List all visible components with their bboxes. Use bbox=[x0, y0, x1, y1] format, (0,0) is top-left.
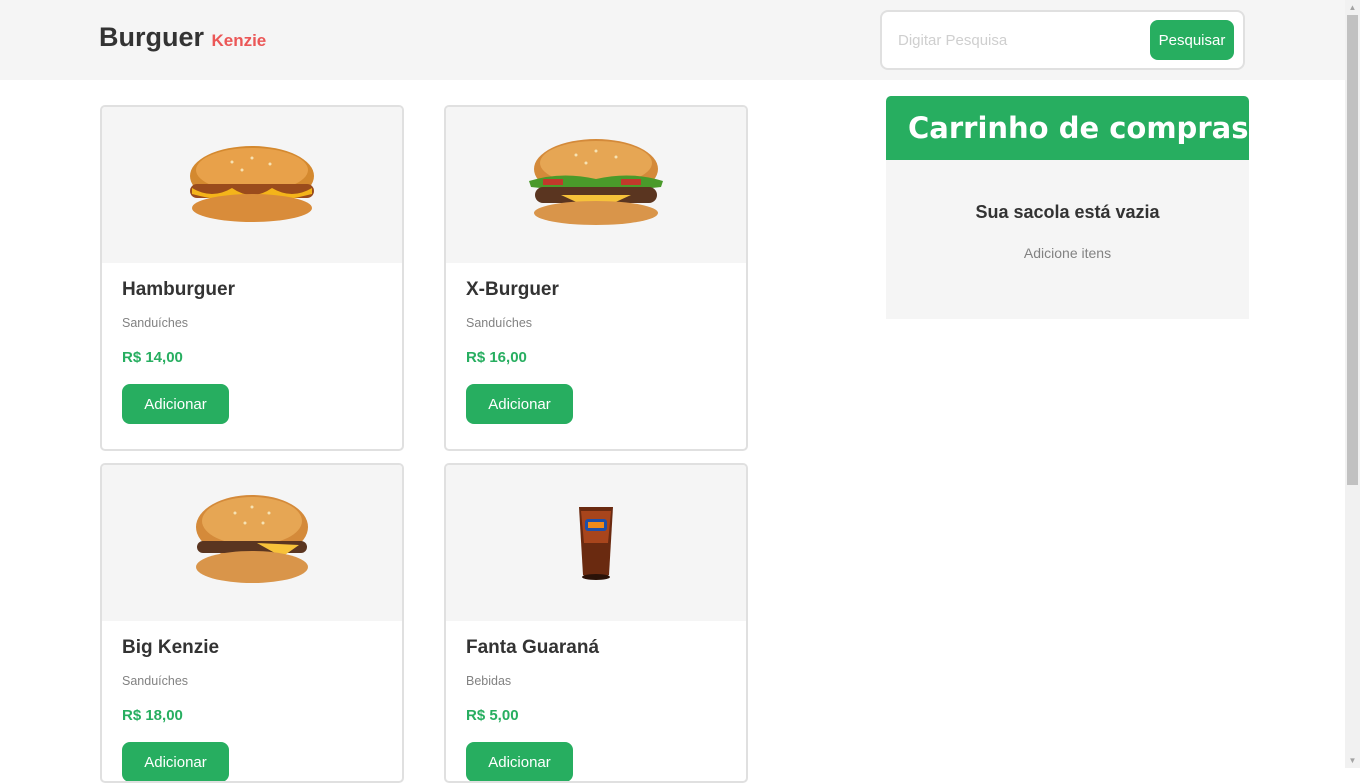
product-category: Sanduíches bbox=[466, 316, 533, 330]
product-name: X-Burguer bbox=[466, 279, 559, 300]
product-image-area bbox=[102, 107, 402, 263]
product-price: R$ 18,00 bbox=[122, 707, 183, 724]
scroll-thumb[interactable] bbox=[1347, 15, 1358, 485]
product-card: Big Kenzie Sanduíches R$ 18,00 Adicionar bbox=[100, 463, 404, 783]
product-name: Hamburguer bbox=[122, 279, 235, 300]
cart-body: Sua sacola está vazia Adicione itens bbox=[886, 160, 1249, 319]
soda-cup-image bbox=[579, 507, 613, 580]
product-image-area bbox=[102, 465, 402, 621]
product-image-area bbox=[446, 107, 746, 263]
product-name: Fanta Guaraná bbox=[466, 637, 600, 658]
cart-empty-message: Sua sacola está vazia bbox=[975, 202, 1160, 222]
add-to-cart-button[interactable]: Adicionar bbox=[466, 742, 573, 781]
logo-main: Burguer bbox=[99, 22, 205, 52]
product-category: Sanduíches bbox=[122, 674, 189, 688]
burger-image bbox=[196, 495, 308, 583]
product-price: R$ 5,00 bbox=[466, 707, 519, 724]
logo-sub: Kenzie bbox=[211, 31, 267, 50]
product-price: R$ 16,00 bbox=[466, 349, 527, 366]
cart-header: Carrinho de compras bbox=[886, 96, 1249, 160]
cheeseburger-image bbox=[529, 139, 663, 225]
product-card: Fanta Guaraná Bebidas R$ 5,00 Adicionar bbox=[444, 463, 748, 783]
cart-hint: Adicione itens bbox=[1023, 245, 1112, 261]
add-to-cart-button[interactable]: Adicionar bbox=[122, 384, 229, 424]
product-card: X-Burguer Sanduíches R$ 16,00 Adicionar bbox=[444, 105, 748, 451]
scroll-up-arrow-icon[interactable]: ▲ bbox=[1345, 0, 1360, 15]
product-image-area bbox=[446, 465, 746, 621]
product-category: Bebidas bbox=[466, 674, 512, 688]
vertical-scrollbar[interactable]: ▲ ▼ bbox=[1345, 0, 1360, 768]
scroll-down-arrow-icon[interactable]: ▼ bbox=[1345, 753, 1360, 768]
product-card: Hamburguer Sanduíches R$ 14,00 Adicionar bbox=[100, 105, 404, 451]
search-input[interactable] bbox=[898, 26, 1138, 54]
add-to-cart-button[interactable]: Adicionar bbox=[466, 384, 573, 424]
product-price: R$ 14,00 bbox=[122, 349, 183, 366]
logo[interactable]: Burguer Kenzie bbox=[99, 22, 266, 53]
cart-panel: Carrinho de compras Sua sacola está vazi… bbox=[886, 96, 1249, 319]
hamburger-image bbox=[190, 146, 314, 222]
product-category: Sanduíches bbox=[122, 316, 189, 330]
product-name: Big Kenzie bbox=[122, 637, 220, 658]
cart-title: Carrinho de compras bbox=[908, 111, 1249, 145]
add-to-cart-button[interactable]: Adicionar bbox=[122, 742, 229, 781]
search-box: Pesquisar bbox=[880, 10, 1245, 70]
header: Burguer Kenzie Pesquisar bbox=[0, 0, 1345, 80]
search-button[interactable]: Pesquisar bbox=[1150, 20, 1234, 60]
